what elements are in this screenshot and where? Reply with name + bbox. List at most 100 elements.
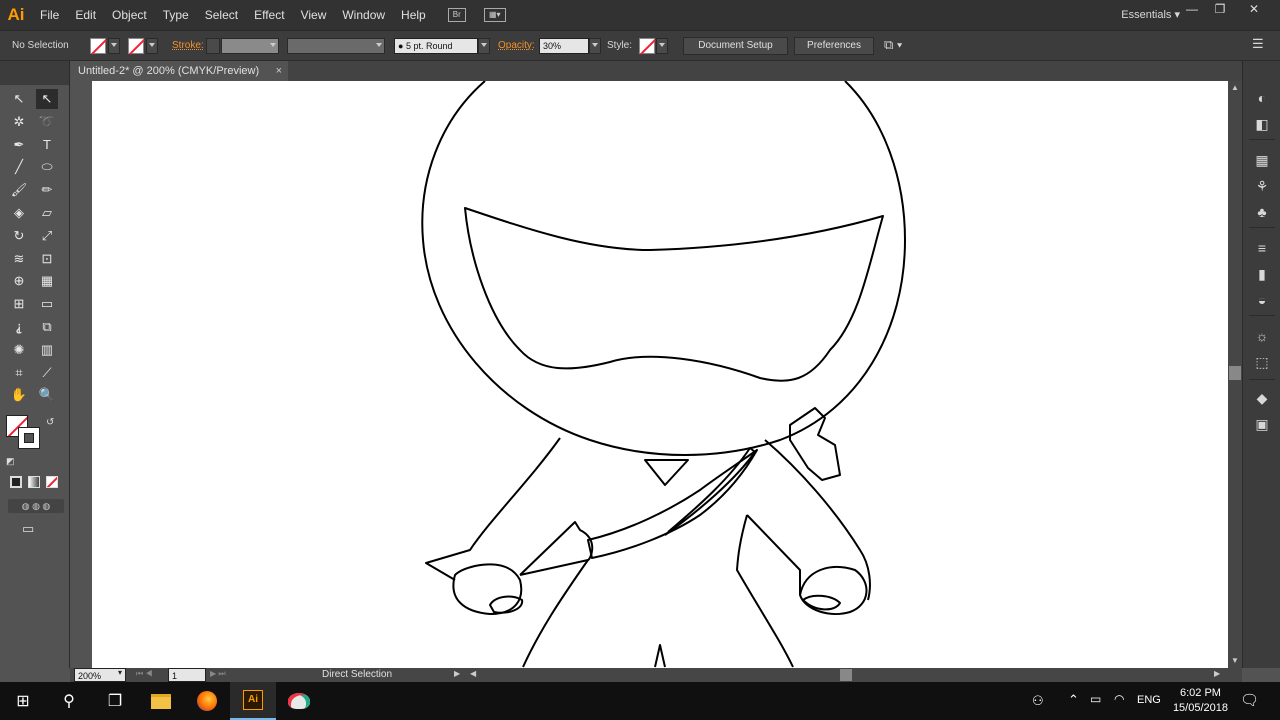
menu-help[interactable]: Help [393, 0, 434, 30]
fill-swatch[interactable] [90, 38, 106, 54]
eraser-tool-icon[interactable]: ▱ [36, 203, 58, 223]
scroll-right-arrow[interactable]: ▶ [1214, 669, 1220, 678]
menu-effect[interactable]: Effect [246, 0, 292, 30]
next-artboard-icon[interactable]: ▶ ⏭ [210, 669, 226, 679]
task-view-icon[interactable]: ❐ [92, 682, 138, 720]
draw-mode-icons[interactable]: ◍ ◍ ◍ [8, 499, 64, 513]
artboards-icon[interactable]: ▣ [1253, 415, 1271, 433]
panel-menu-icon[interactable]: ☰ [1252, 36, 1264, 52]
menu-file[interactable]: File [32, 0, 67, 30]
search-icon[interactable]: ⚲ [46, 682, 92, 720]
stroke-weight-field[interactable] [221, 38, 279, 54]
ellipse-tool-icon[interactable]: ⬭ [36, 157, 58, 177]
color-panel-icon[interactable]: ◐ [1253, 89, 1271, 107]
horizontal-scroll-thumb[interactable] [840, 669, 852, 681]
menu-type[interactable]: Type [155, 0, 197, 30]
default-colors-icon[interactable]: ◩ [6, 456, 15, 467]
artboard-tool-icon[interactable]: ⌗ [8, 363, 30, 383]
stroke-weight-stepper[interactable] [206, 38, 220, 54]
transparency-icon[interactable]: ◒ [1253, 291, 1271, 309]
style-swatch[interactable] [639, 38, 655, 54]
symbol-sprayer-tool-icon[interactable]: ✺ [8, 340, 30, 360]
eyedropper-tool-icon[interactable]: ⸘ [8, 317, 30, 337]
pencil-tool-icon[interactable]: ✏ [36, 180, 58, 200]
stroke-icon[interactable]: ≡ [1253, 239, 1271, 257]
close-button[interactable]: ✕ [1236, 0, 1272, 20]
bridge-button[interactable]: Br [447, 8, 466, 22]
restore-button[interactable]: ❐ [1202, 0, 1238, 20]
paint-icon[interactable] [276, 682, 322, 720]
scroll-up-arrow[interactable]: ▲ [1231, 83, 1239, 92]
scale-tool-icon[interactable]: ⤢ [36, 226, 58, 246]
arrange-icon[interactable]: ⧉ ▾ [884, 37, 902, 53]
paintbrush-tool-icon[interactable]: 🖌 [8, 180, 30, 200]
menu-view[interactable]: View [293, 0, 335, 30]
line-tool-icon[interactable]: ╱ [8, 157, 30, 177]
arrange-documents-icon[interactable]: ▦▾ [483, 8, 506, 22]
first-artboard-icon[interactable]: ⏮ ◀ [136, 669, 153, 679]
zoom-tool-icon[interactable]: 🔍 [36, 385, 58, 405]
menu-object[interactable]: Object [104, 0, 155, 30]
slice-tool-icon[interactable]: ⟋ [36, 363, 58, 383]
pen-tool-icon[interactable]: ✒ [8, 135, 30, 155]
clock[interactable]: 6:02 PM 15/05/2018 [1173, 686, 1228, 716]
illustrator-icon[interactable]: Ai [230, 682, 276, 720]
magic-wand-tool-icon[interactable]: ✲ [8, 112, 30, 132]
battery-icon[interactable]: ▭ [1090, 692, 1101, 706]
gradient-tool-icon[interactable]: ▭ [36, 294, 58, 314]
close-tab-button[interactable]: × [276, 61, 282, 81]
vertical-scroll-thumb[interactable] [1229, 366, 1241, 380]
brush-definition[interactable]: ● 5 pt. Round [394, 38, 478, 54]
selection-tool-icon[interactable]: ↖ [8, 89, 30, 109]
color-mode-icon[interactable] [10, 476, 22, 488]
stroke-dropdown[interactable] [146, 38, 158, 54]
opacity-dropdown[interactable] [589, 38, 601, 54]
stroke-swatch[interactable] [128, 38, 144, 54]
start-icon[interactable]: ⊞ [0, 682, 46, 720]
preferences-button[interactable]: Preferences [794, 37, 874, 55]
graphic-styles-icon[interactable]: ⬚ [1253, 353, 1271, 371]
symbols-icon[interactable]: ♣ [1253, 203, 1271, 221]
brush-dropdown[interactable] [478, 38, 490, 54]
swap-colors-icon[interactable]: ↺ [46, 417, 54, 428]
vertical-scrollbar[interactable]: ▲ ▼ [1228, 81, 1242, 668]
artboard[interactable] [92, 81, 1228, 668]
lasso-tool-icon[interactable]: ➰ [36, 112, 58, 132]
shape-builder-tool-icon[interactable]: ⊕ [8, 271, 30, 291]
document-tab[interactable]: Untitled-2* @ 200% (CMYK/Preview) × [70, 61, 288, 81]
workspace-switcher[interactable]: Essentials ▾ [1121, 0, 1180, 30]
opacity-label[interactable]: Opacity: [498, 40, 535, 51]
type-tool-icon[interactable]: T [36, 135, 58, 155]
menu-select[interactable]: Select [197, 0, 246, 30]
show-hidden-icons[interactable]: ⌃ [1068, 692, 1079, 708]
wifi-icon[interactable]: ◠ [1114, 692, 1124, 706]
direct-selection-tool-icon[interactable]: ↖ [36, 89, 58, 109]
menu-window[interactable]: Window [334, 0, 393, 30]
people-icon[interactable]: ⚇ [1032, 693, 1044, 709]
gradient-mode-icon[interactable] [28, 476, 40, 488]
firefox-icon[interactable] [184, 682, 230, 720]
fill-dropdown[interactable] [108, 38, 120, 54]
variable-width-profile[interactable] [287, 38, 385, 54]
shaper-tool-icon[interactable]: ◈ [8, 203, 30, 223]
gradient-icon[interactable]: ▮ [1253, 265, 1271, 283]
mesh-tool-icon[interactable]: ⊞ [8, 294, 30, 314]
swatches-icon[interactable]: ▦ [1253, 151, 1271, 169]
screen-mode-icon[interactable]: ▭ [22, 521, 34, 537]
scroll-left-arrow[interactable]: ◀ [470, 669, 476, 678]
perspective-grid-tool-icon[interactable]: ▦ [36, 271, 58, 291]
language-indicator[interactable]: ENG [1137, 694, 1161, 706]
canvas-area[interactable] [70, 81, 1228, 668]
stroke-color-box[interactable] [18, 427, 40, 449]
artboard-field[interactable]: 1 [168, 668, 206, 682]
ninja-drawing[interactable] [92, 81, 1228, 668]
file-explorer-icon[interactable] [138, 682, 184, 720]
tools-panel-header[interactable] [0, 61, 69, 85]
zoom-dropdown-arrow[interactable]: ▾ [118, 668, 122, 677]
stroke-label[interactable]: Stroke: [172, 40, 204, 51]
none-mode-icon[interactable] [46, 476, 58, 488]
document-setup-button[interactable]: Document Setup [683, 37, 788, 55]
column-graph-tool-icon[interactable]: ▥ [36, 340, 58, 360]
free-transform-tool-icon[interactable]: ⊡ [36, 249, 58, 269]
brushes-icon[interactable]: ⚘ [1253, 177, 1271, 195]
